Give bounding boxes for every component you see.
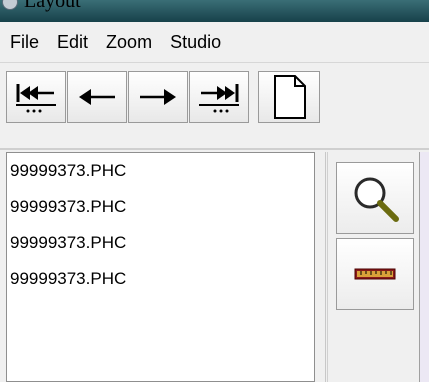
- toolbar-divider: [0, 148, 429, 150]
- ruler-icon: [354, 268, 396, 280]
- title-bar: Layout: [0, 0, 429, 22]
- new-page-icon: [274, 75, 306, 119]
- list-item[interactable]: 99999373.PHC: [7, 225, 314, 261]
- menu-bar: File Edit Zoom Studio: [0, 22, 429, 63]
- first-page-button[interactable]: [6, 71, 66, 123]
- arrow-right-icon: [140, 89, 176, 105]
- side-toolbar: [327, 152, 414, 382]
- menu-edit[interactable]: Edit: [48, 22, 97, 62]
- window-title: Layout: [24, 0, 81, 12]
- canvas-area[interactable]: [419, 152, 429, 382]
- app-icon[interactable]: [2, 0, 18, 10]
- next-page-button[interactable]: [128, 71, 188, 123]
- measure-tool-button[interactable]: [336, 238, 414, 310]
- menu-studio[interactable]: Studio: [161, 22, 230, 62]
- zoom-tool-button[interactable]: [336, 162, 414, 234]
- first-page-icon: [16, 84, 56, 113]
- panel-splitter[interactable]: [315, 152, 326, 382]
- toolbar: [0, 63, 429, 147]
- file-list[interactable]: 99999373.PHC 99999373.PHC 99999373.PHC 9…: [6, 152, 315, 382]
- new-page-button[interactable]: [258, 71, 320, 123]
- last-page-icon: [199, 84, 239, 113]
- arrow-left-icon: [79, 89, 115, 105]
- list-item[interactable]: 99999373.PHC: [7, 153, 314, 189]
- previous-page-button[interactable]: [67, 71, 127, 123]
- last-page-button[interactable]: [189, 71, 249, 123]
- list-item[interactable]: 99999373.PHC: [7, 261, 314, 297]
- list-item[interactable]: 99999373.PHC: [7, 189, 314, 225]
- menu-file[interactable]: File: [0, 22, 48, 62]
- menu-zoom[interactable]: Zoom: [97, 22, 161, 62]
- magnifier-icon: [354, 177, 399, 222]
